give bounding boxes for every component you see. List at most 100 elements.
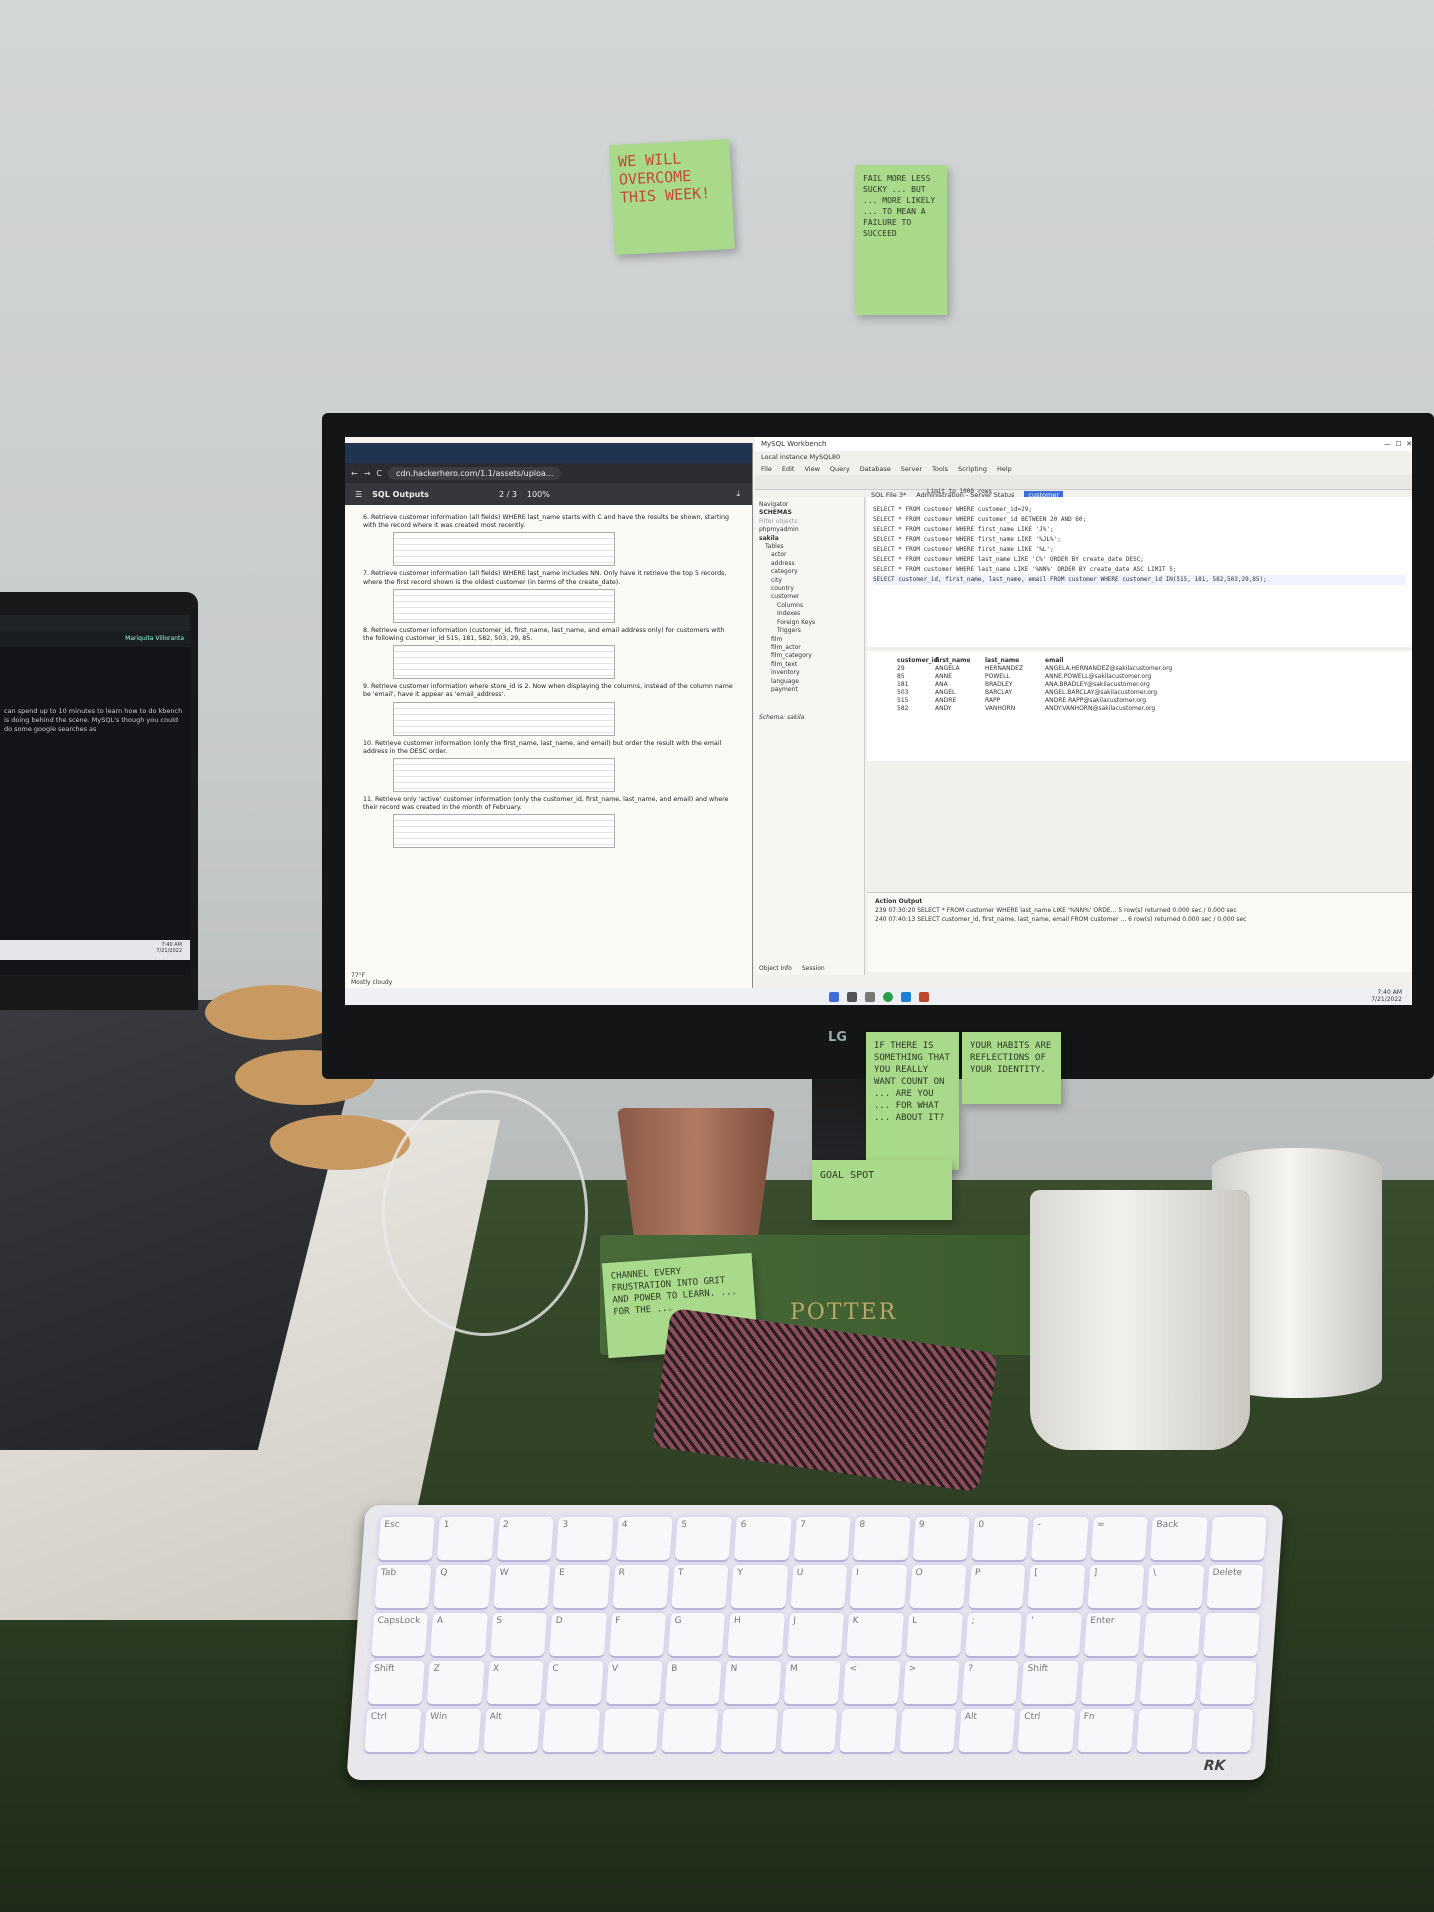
schema-item[interactable]: sakila <box>759 535 860 543</box>
query-line[interactable]: SELECT * FROM customer WHERE first_name … <box>873 545 1406 555</box>
key[interactable]: B <box>664 1661 723 1704</box>
taskview-icon[interactable] <box>864 991 875 1002</box>
menu-file[interactable]: File <box>761 465 772 473</box>
key[interactable]: Q <box>433 1565 492 1608</box>
output-row[interactable]: 239 07:30:20 SELECT * FROM customer WHER… <box>875 906 1404 915</box>
back-icon[interactable]: ← <box>351 469 358 478</box>
query-line[interactable]: SELECT customer_id, first_name, last_nam… <box>873 575 1406 585</box>
col-customer-id[interactable]: customer_id <box>897 657 938 665</box>
table-row[interactable]: 181 ANA BRADLEY ANA.BRADLEY@sakilacustomer.… <box>897 681 1382 689</box>
table-row[interactable]: 85 ANNE POWELL ANNE.POWELL@sakilacustomer.o… <box>897 673 1382 681</box>
key[interactable] <box>1209 1517 1267 1560</box>
key[interactable]: T <box>671 1565 729 1608</box>
key[interactable]: 1 <box>437 1517 495 1560</box>
key[interactable] <box>780 1709 838 1752</box>
key[interactable]: 8 <box>852 1517 911 1560</box>
key[interactable]: Win <box>423 1709 482 1752</box>
key[interactable]: [ <box>1027 1565 1086 1608</box>
key[interactable] <box>720 1709 779 1752</box>
key[interactable]: X <box>486 1661 544 1704</box>
key[interactable]: Alt <box>958 1709 1016 1752</box>
key[interactable]: 0 <box>971 1517 1030 1560</box>
menu-view[interactable]: View <box>804 465 819 473</box>
key[interactable]: Esc <box>377 1517 436 1560</box>
reload-icon[interactable]: C <box>376 469 382 478</box>
key[interactable]: U <box>790 1565 848 1608</box>
key[interactable]: Ctrl <box>364 1709 422 1752</box>
key[interactable] <box>1139 1661 1198 1704</box>
key[interactable]: \ <box>1146 1565 1205 1608</box>
key[interactable]: Delete <box>1206 1565 1264 1608</box>
weather-widget[interactable]: 77°F Mostly cloudy <box>351 972 392 986</box>
instance-tab[interactable]: Local instance MySQL80 <box>755 451 1412 463</box>
forward-icon[interactable]: → <box>364 469 371 478</box>
key[interactable]: Enter <box>1083 1613 1142 1656</box>
download-icon[interactable]: ⤓ <box>736 489 740 499</box>
key[interactable]: A <box>430 1613 488 1656</box>
schema-item[interactable]: customer <box>759 593 860 601</box>
key[interactable]: N <box>724 1661 782 1704</box>
key[interactable]: Shift <box>367 1661 426 1704</box>
key[interactable]: 4 <box>615 1517 673 1560</box>
key[interactable]: 2 <box>496 1517 554 1560</box>
key[interactable]: R <box>612 1565 670 1608</box>
schema-item[interactable]: language <box>759 678 860 686</box>
key[interactable]: E <box>552 1565 611 1608</box>
workbench-icon[interactable] <box>918 991 929 1002</box>
pdf-page-indicator[interactable]: 2 / 3 <box>499 490 517 499</box>
col-first-name[interactable]: first_name <box>935 657 985 665</box>
key[interactable] <box>1080 1661 1138 1704</box>
schema-item[interactable]: Tables <box>759 543 860 551</box>
key[interactable]: O <box>909 1565 967 1608</box>
menu-database[interactable]: Database <box>860 465 891 473</box>
key[interactable]: - <box>1031 1517 1089 1560</box>
key[interactable]: Y <box>730 1565 789 1608</box>
schema-item[interactable]: film_actor <box>759 644 860 652</box>
schema-item[interactable]: Columns <box>759 602 860 610</box>
table-row[interactable]: 582 ANDY VANHORN ANDY.VANHORN@sakilacustome… <box>897 705 1382 713</box>
schema-item[interactable]: actor <box>759 551 860 559</box>
vscode-icon[interactable] <box>900 991 911 1002</box>
menu-scripting[interactable]: Scripting <box>958 465 987 473</box>
key[interactable] <box>1136 1709 1194 1752</box>
key[interactable]: C <box>545 1661 604 1704</box>
schema-item[interactable]: country <box>759 585 860 593</box>
key[interactable] <box>1195 1709 1254 1752</box>
key[interactable]: 7 <box>793 1517 851 1560</box>
schema-item[interactable]: phpmyadmin <box>759 526 860 534</box>
query-line[interactable]: SELECT * FROM customer WHERE last_name L… <box>873 555 1406 565</box>
pdf-zoom[interactable]: 100% <box>527 490 550 499</box>
key[interactable]: Tab <box>374 1565 432 1608</box>
sql-editor[interactable]: Limit to 1000 rows SELECT * FROM custome… <box>867 488 1412 647</box>
col-email[interactable]: email <box>1045 657 1215 665</box>
table-row[interactable]: 29 ANGELA HERNANDEZ ANGELA.HERNANDEZ@sakila… <box>897 665 1382 673</box>
schema-item[interactable]: address <box>759 560 860 568</box>
window-controls[interactable]: — ☐ ✕ <box>1384 440 1412 448</box>
menu-server[interactable]: Server <box>901 465 922 473</box>
key[interactable]: Ctrl <box>1017 1709 1076 1752</box>
key[interactable]: F <box>608 1613 667 1656</box>
schema-item[interactable]: Indexes <box>759 610 860 618</box>
key[interactable]: L <box>905 1613 964 1656</box>
key[interactable] <box>601 1709 660 1752</box>
key[interactable]: G <box>668 1613 726 1656</box>
key[interactable]: M <box>783 1661 841 1704</box>
table-row[interactable]: 503 ANGEL BARCLAY ANGEL.BARCLAY@sakilacusto… <box>897 689 1382 697</box>
menu-help[interactable]: Help <box>997 465 1012 473</box>
key[interactable]: Z <box>427 1661 485 1704</box>
windows-start-icon[interactable] <box>828 991 839 1002</box>
key[interactable] <box>1202 1613 1261 1656</box>
key[interactable] <box>1199 1661 1257 1704</box>
filter-input[interactable]: Filter objects <box>759 518 860 526</box>
key[interactable]: 3 <box>555 1517 614 1560</box>
query-line[interactable]: SELECT * FROM customer WHERE last_name L… <box>873 565 1406 575</box>
query-line[interactable]: SELECT * FROM customer WHERE customer_id… <box>873 505 1406 515</box>
schema-item[interactable]: Triggers <box>759 627 860 635</box>
key[interactable]: Alt <box>483 1709 541 1752</box>
tab-session[interactable]: Session <box>802 965 825 973</box>
schema-item[interactable]: film_text <box>759 661 860 669</box>
key[interactable]: > <box>902 1661 960 1704</box>
key[interactable]: V <box>605 1661 663 1704</box>
key[interactable]: ? <box>961 1661 1020 1704</box>
chrome-tab-strip[interactable] <box>345 443 752 463</box>
